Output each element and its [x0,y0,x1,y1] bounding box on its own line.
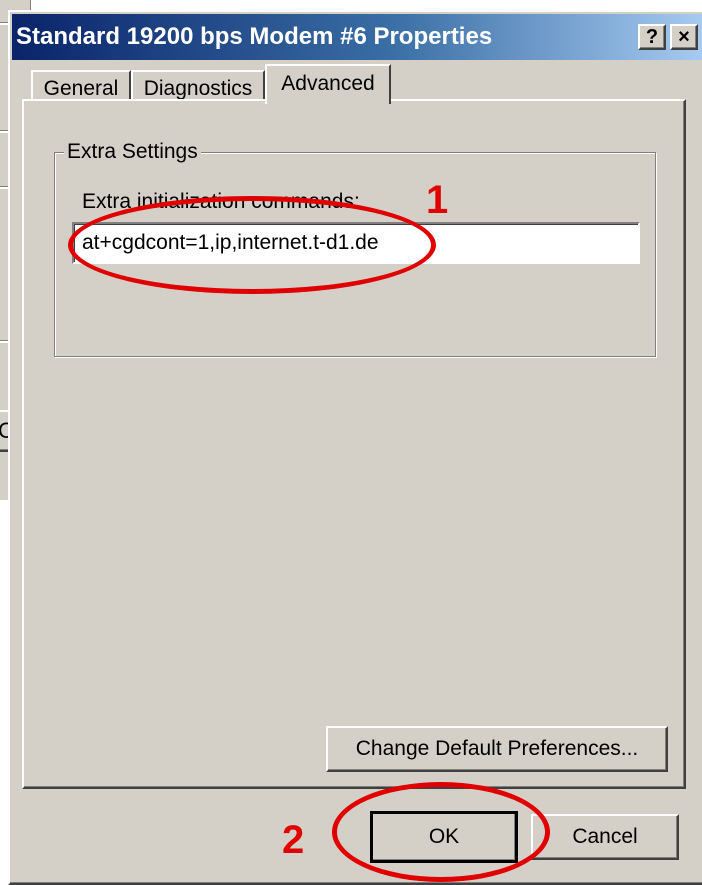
init-commands-label: Extra initialization commands: [82,190,360,213]
close-icon: × [678,26,690,48]
annotation-number-2: 2 [282,818,305,862]
change-default-preferences-button[interactable]: Change Default Preferences... [326,726,668,772]
extra-settings-label: Extra Settings [64,140,201,164]
tab-advanced[interactable]: Advanced [265,64,391,104]
dialog-title: Standard 19200 bps Modem #6 Properties [16,23,493,50]
close-button[interactable]: × [670,24,698,50]
cancel-button[interactable]: Cancel [531,814,679,860]
annotation-number-1: 1 [426,178,449,222]
ok-button[interactable]: OK [370,811,518,863]
title-bar[interactable]: Standard 19200 bps Modem #6 Properties ?… [12,14,702,60]
init-commands-input[interactable] [72,222,640,264]
help-button[interactable]: ? [638,24,666,50]
